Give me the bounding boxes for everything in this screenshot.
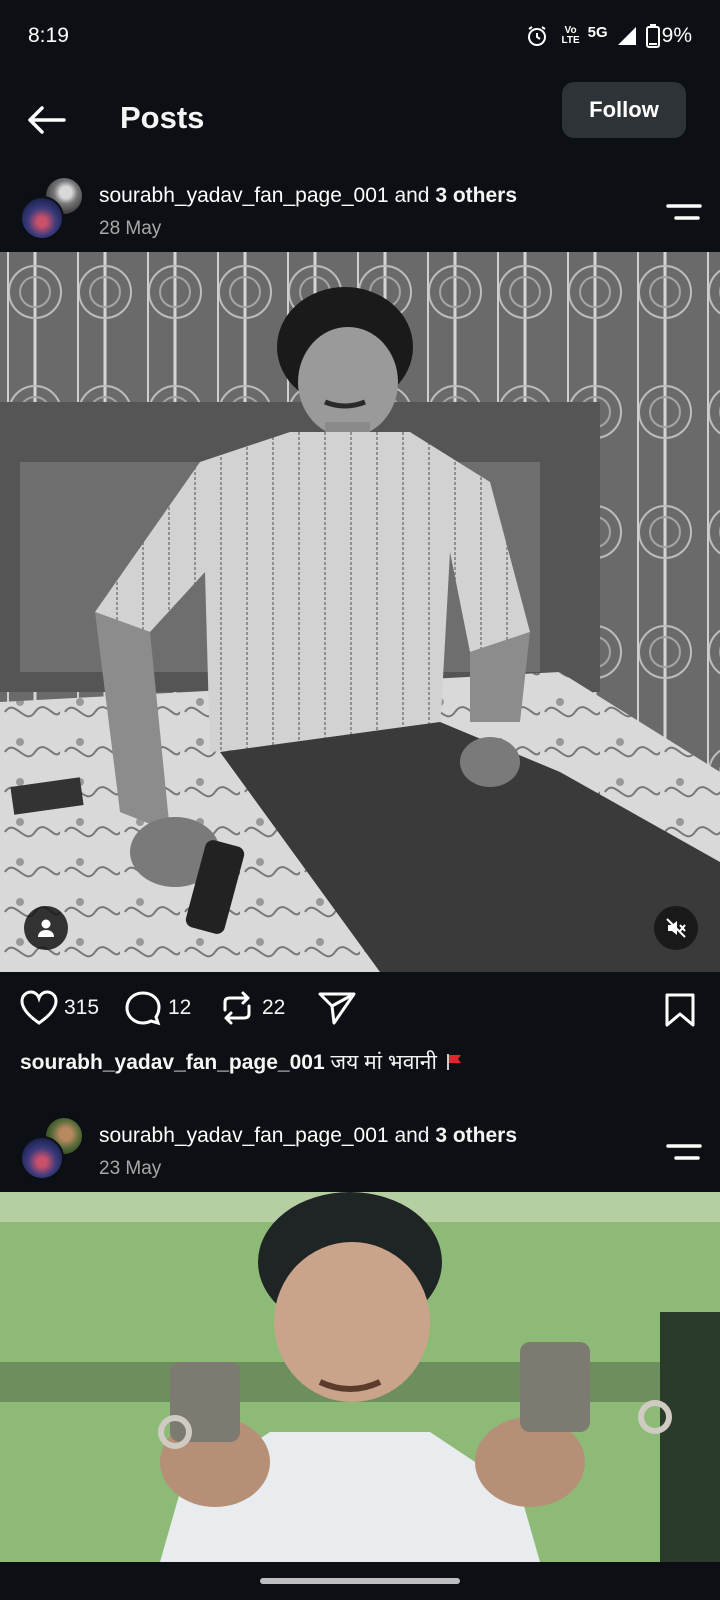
others-link[interactable]: 3 others: [435, 1124, 517, 1147]
others-link[interactable]: 3 others: [435, 184, 517, 207]
speaker-muted-icon: [666, 918, 686, 938]
collab-avatars[interactable]: [20, 1116, 86, 1182]
home-indicator[interactable]: [260, 1578, 460, 1584]
network-type: 5G: [587, 23, 608, 41]
joiner-text: and: [394, 184, 430, 207]
post-date: 28 May: [99, 218, 162, 239]
send-icon: [318, 992, 356, 1025]
save-button[interactable]: [664, 992, 696, 1033]
signal-icon: [617, 27, 636, 45]
post-authors[interactable]: sourabh_yadav_fan_page_001 and 3 others: [99, 1124, 517, 1148]
username[interactable]: sourabh_yadav_fan_page_001: [99, 184, 389, 207]
tagged-people-button[interactable]: [24, 906, 68, 950]
page-title: Posts: [120, 100, 205, 135]
username[interactable]: sourabh_yadav_fan_page_001: [99, 1124, 389, 1147]
photo-content: [0, 252, 720, 972]
person-icon: [38, 919, 54, 937]
repost-count: 22: [262, 996, 286, 1019]
alarm-icon: [528, 26, 547, 46]
follow-button[interactable]: Follow: [562, 82, 686, 138]
avatar: [20, 196, 64, 240]
bookmark-icon: [665, 993, 695, 1027]
comment-button[interactable]: 12: [124, 990, 191, 1026]
mute-button[interactable]: [654, 906, 698, 950]
top-bar: Posts Follow: [0, 78, 720, 162]
arrow-left-icon: [28, 106, 66, 134]
like-button[interactable]: 315: [20, 990, 99, 1026]
comment-count: 12: [168, 996, 192, 1019]
heart-icon: [20, 990, 58, 1025]
share-button[interactable]: [318, 990, 356, 1026]
back-button[interactable]: [24, 98, 68, 142]
volte-indicator: Vo LTE: [561, 25, 580, 46]
post-photo[interactable]: [0, 252, 720, 972]
caption-text: जय मां भवानी: [330, 1051, 437, 1074]
post-authors[interactable]: sourabh_yadav_fan_page_001 and 3 others: [99, 184, 517, 208]
collab-avatars[interactable]: [20, 176, 86, 242]
repost-button[interactable]: 22: [218, 990, 285, 1026]
post-header: sourabh_yadav_fan_page_001 and 3 others …: [0, 1112, 720, 1198]
battery-percent: 9%: [661, 24, 692, 47]
post-photo[interactable]: [0, 1192, 720, 1562]
repost-icon: [223, 991, 251, 1025]
post-header: sourabh_yadav_fan_page_001 and 3 others …: [0, 172, 720, 258]
post-caption: sourabh_yadav_fan_page_001 जय मां भवानी: [20, 1048, 463, 1076]
menu-icon[interactable]: [664, 200, 704, 224]
caption-username[interactable]: sourabh_yadav_fan_page_001: [20, 1051, 325, 1074]
photo-content: [0, 1192, 720, 1562]
menu-icon[interactable]: [664, 1140, 704, 1164]
battery-icon: [645, 24, 660, 48]
joiner-text: and: [394, 1124, 430, 1147]
avatar: [20, 1136, 64, 1180]
comment-icon: [125, 991, 161, 1026]
post-actions: 315 12 22: [0, 990, 720, 1034]
like-count: 315: [64, 996, 100, 1019]
post-date: 23 May: [99, 1158, 162, 1179]
status-bar: 8:19 Vo LTE 5G 9%: [0, 0, 720, 72]
status-icons: Vo LTE 5G 9%: [525, 24, 692, 48]
flag-icon: [446, 1054, 461, 1070]
status-time: 8:19: [28, 24, 69, 47]
